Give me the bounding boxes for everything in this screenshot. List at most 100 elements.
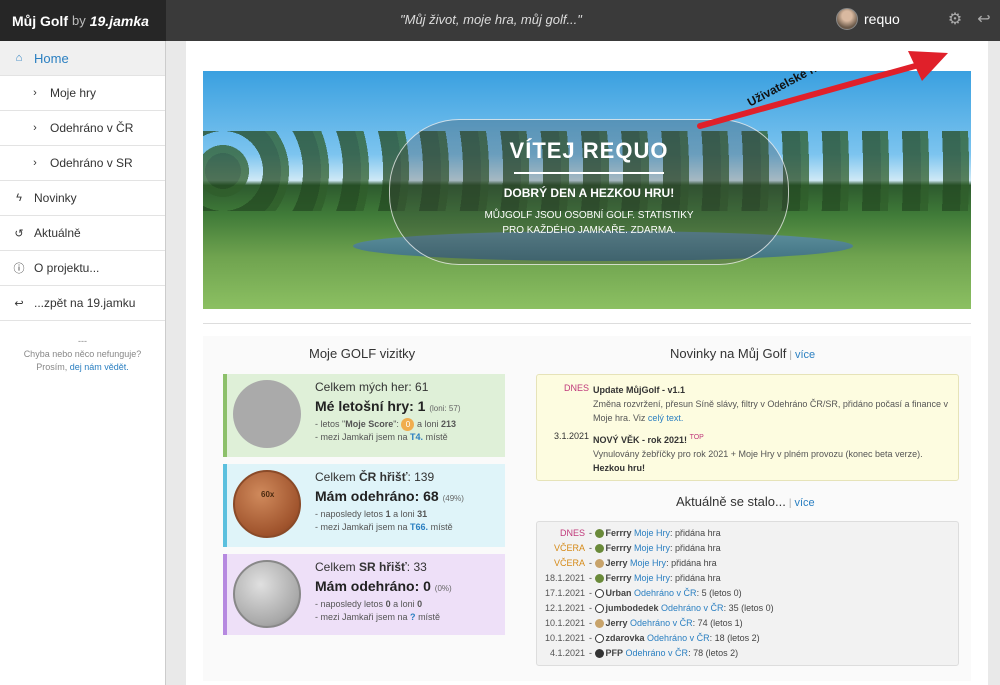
card-headline: Mám odehráno: 0 (0%): [315, 578, 501, 594]
hero-text-line: MŮJGOLF JSOU OSOBNÍ GOLF. STATISTIKY: [484, 210, 694, 221]
activity-row: 17.1.2021 - Urban Odehráno v ČR: 5 (leto…: [537, 586, 957, 601]
activity-user[interactable]: Ferrry: [606, 573, 632, 583]
card-headline-text: Mám odehráno: 0: [315, 578, 431, 594]
news-box: DNES Update MůjGolf - v1.1 Změna rozvrže…: [536, 374, 959, 481]
news-heading-text: Novinky na Můj Golf: [670, 346, 787, 361]
news-title[interactable]: NOVÝ VĚK - rok 2021!: [593, 435, 687, 445]
activity-user[interactable]: jumbodedek: [606, 603, 659, 613]
card-odehrano-cr[interactable]: 60x Celkem ČR hřišť: 139 Mám odehráno: 6…: [223, 464, 505, 547]
activity-link[interactable]: Odehráno v ČR: [634, 588, 697, 598]
sidebar-item-label: Odehráno v ČR: [50, 121, 134, 135]
tagline: "Můj život, moje hra, můj golf...": [400, 12, 582, 27]
activity-date: 17.1.2021: [544, 588, 585, 598]
activity-heading: Aktuálně se stalo... | více: [676, 494, 815, 509]
brand-logo[interactable]: Můj Golf by 19.jamka: [0, 0, 166, 41]
activity-user[interactable]: Jerry: [606, 618, 628, 628]
sidebar-item-odehrano-cr[interactable]: › Odehráno v ČR: [0, 111, 165, 146]
activity-link[interactable]: Odehráno v ČR: [647, 633, 710, 643]
card-detail-text: - naposledy letos: [315, 509, 384, 519]
activity-link[interactable]: Odehráno v ČR: [626, 648, 689, 658]
hero-text-line: PRO KAŽDÉHO JAMKAŘE. ZDARMA.: [502, 225, 676, 236]
activity-user[interactable]: zdarovka: [606, 633, 645, 643]
card-details: - letos "Moje Score": 0 a loni 213 - mez…: [315, 418, 501, 444]
card-total-label: Celkem: [315, 560, 360, 574]
activity-link[interactable]: Odehráno v ČR: [630, 618, 693, 628]
news-date: DNES: [563, 383, 589, 393]
activity-link[interactable]: Odehráno v ČR: [661, 603, 724, 613]
card-total: Celkem mých her: 61: [315, 380, 501, 394]
chevron-right-icon: ›: [33, 87, 37, 99]
activity-link[interactable]: Moje Hry: [634, 528, 670, 538]
home-icon: ⌂: [15, 52, 23, 64]
activity-text: : 35 (letos 0): [723, 603, 774, 613]
reply-icon: ↩: [14, 297, 24, 310]
activity-date: VČERA: [553, 543, 585, 553]
activity-row: 10.1.2021 - Jerry Odehráno v ČR: 74 (let…: [537, 616, 957, 631]
sidebar-item-odehrano-sr[interactable]: › Odehráno v SR: [0, 146, 165, 181]
user-avatar-icon: [594, 649, 604, 659]
card-headline-text: Mám odehráno: 68: [315, 488, 439, 504]
activity-row: VČERA - Jerry Moje Hry: přidána hra: [537, 556, 957, 571]
user-avatar-icon: [594, 544, 604, 554]
hero-text: MŮJGOLF JSOU OSOBNÍ GOLF. STATISTIKY PRO…: [390, 208, 788, 238]
history-icon: ↺: [14, 227, 24, 240]
card-detail-bold: 213: [441, 419, 457, 429]
chevron-right-icon: ›: [33, 122, 37, 134]
card-headline-text: Mé letošní hry: 1: [315, 398, 426, 414]
activity-user[interactable]: Ferrry: [606, 543, 632, 553]
card-detail-bold: 0: [417, 599, 423, 609]
score-badge: 0: [401, 418, 415, 432]
divider: [203, 323, 971, 324]
card-total-label: Celkem: [315, 470, 360, 484]
rank-link[interactable]: ?: [410, 612, 416, 622]
activity-user[interactable]: PFP: [606, 648, 624, 658]
activity-text: : přidána hra: [666, 558, 717, 568]
card-total-value: : 33: [406, 560, 427, 574]
card-detail-bold: Moje Score: [345, 419, 394, 429]
card-detail-text: - mezi Jamkaři jsem na: [315, 612, 408, 622]
news-bold-end: Hezkou hru!: [593, 463, 646, 473]
activity-link[interactable]: Moje Hry: [630, 558, 666, 568]
card-headline-note: (49%): [442, 494, 464, 503]
sidebar-item-home[interactable]: ⌂ Home: [0, 41, 165, 76]
activity-user[interactable]: Ferrry: [606, 528, 632, 538]
top-badge: TOP: [689, 434, 704, 441]
sidebar-item-moje-hry[interactable]: › Moje hry: [0, 76, 165, 111]
card-detail-text: - letos ": [315, 419, 346, 429]
user-avatar-icon: [594, 634, 604, 644]
user-avatar-icon: [594, 619, 604, 629]
activity-text: : 18 (letos 2): [709, 633, 760, 643]
user-avatar-icon: [594, 589, 604, 599]
card-total-label: Celkem mých her:: [315, 380, 416, 394]
brand-partner: 19.jamka: [89, 12, 149, 29]
activity-link[interactable]: Moje Hry: [634, 543, 670, 553]
hero-title: VÍTEJ REQUO: [509, 138, 669, 163]
sidebar-item-aktualne[interactable]: ↺ Aktuálně: [0, 216, 165, 251]
news-read-more-link[interactable]: celý text.: [648, 413, 684, 423]
help-link[interactable]: dej nám vědět.: [70, 362, 129, 372]
rank-link[interactable]: T66.: [410, 522, 428, 532]
activity-user[interactable]: Jerry: [606, 558, 628, 568]
hero-divider: [514, 172, 664, 174]
card-detail-text: ":: [393, 419, 399, 429]
news-title[interactable]: Update MůjGolf - v1.1: [593, 383, 951, 397]
bolt-icon: ϟ: [16, 192, 22, 204]
news-date: 3.1.2021: [553, 431, 589, 441]
rank-link[interactable]: T4.: [410, 432, 423, 442]
card-moje-hry[interactable]: Celkem mých her: 61 Mé letošní hry: 1 (l…: [223, 374, 505, 457]
card-headline-note: (0%): [434, 584, 452, 593]
annotation-arrow-icon: [697, 51, 948, 129]
card-details: - naposledy letos 1 a loni 31 - mezi Jam…: [315, 508, 501, 534]
sidebar-item-o-projektu[interactable]: ⓘ O projektu...: [0, 251, 165, 286]
activity-date: 4.1.2021: [549, 648, 585, 658]
medal-icon: [233, 380, 301, 448]
activity-link[interactable]: Moje Hry: [634, 573, 670, 583]
news-more-link[interactable]: více: [795, 349, 815, 361]
sidebar-item-zpet[interactable]: ↩ ...zpět na 19.jamku: [0, 286, 165, 321]
sidebar-item-novinky[interactable]: ϟ Novinky: [0, 181, 165, 216]
activity-user[interactable]: Urban: [606, 588, 632, 598]
card-odehrano-sr[interactable]: Celkem SR hřišť: 33 Mám odehráno: 0 (0%)…: [223, 554, 505, 635]
activity-more-link[interactable]: více: [794, 497, 814, 509]
medal-sr-icon: [233, 560, 301, 628]
brand-name: Můj Golf: [12, 12, 68, 29]
